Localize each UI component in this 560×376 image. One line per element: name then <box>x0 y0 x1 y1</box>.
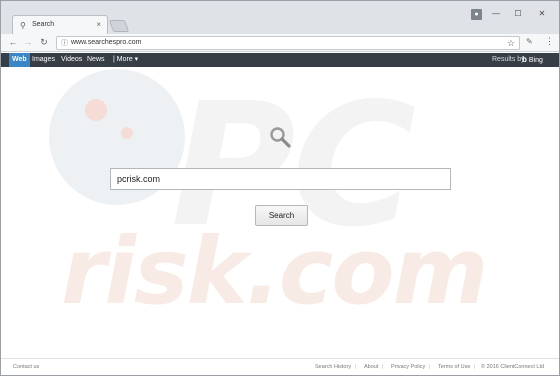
forward-button[interactable]: → <box>22 36 34 49</box>
contact-us-link[interactable]: Contact us <box>13 364 39 370</box>
extension-icon[interactable]: ✎ <box>526 37 533 46</box>
browser-toolbar: ← → ↻ ⓘ www.searchespro.com ☆ ✎ ⋮ <box>1 34 559 52</box>
reload-button[interactable]: ↻ <box>38 36 50 49</box>
watermark-risk: risk.com <box>61 218 488 325</box>
footer-separator: | <box>429 364 431 370</box>
footer-link-about[interactable]: About <box>364 364 378 370</box>
minimize-button[interactable]: — <box>485 7 507 21</box>
nav-images[interactable]: Images <box>32 53 55 67</box>
footer-separator: | <box>355 364 357 370</box>
nav-more[interactable]: | More ▾ <box>113 53 138 67</box>
address-url: www.searchespro.com <box>71 39 142 46</box>
bookmark-star-icon[interactable]: ☆ <box>507 38 515 48</box>
bing-logo[interactable]: b Bing <box>522 53 543 68</box>
new-tab-button[interactable] <box>108 20 130 32</box>
search-button[interactable]: Search <box>255 205 308 226</box>
bing-label: Bing <box>528 57 543 64</box>
nav-news[interactable]: News <box>87 53 105 67</box>
footer-link-terms-of-use[interactable]: Terms of Use <box>438 364 470 370</box>
back-button[interactable]: ← <box>7 36 19 49</box>
person-icon[interactable]: ● <box>471 9 482 20</box>
footer: Contact us Search History | About | Priv… <box>1 358 559 375</box>
nav-web[interactable]: Web <box>9 53 30 67</box>
maximize-button[interactable]: ☐ <box>507 7 529 21</box>
site-nav-bar: Web Images Videos News | More ▾ Results … <box>1 53 559 67</box>
search-logo-icon <box>270 127 291 148</box>
browser-tab[interactable]: ⚲ Search × <box>12 15 108 34</box>
search-input[interactable] <box>110 168 451 190</box>
footer-link-privacy-policy[interactable]: Privacy Policy <box>391 364 425 370</box>
address-bar[interactable]: ⓘ www.searchespro.com ☆ <box>56 36 520 50</box>
footer-separator: | <box>382 364 384 370</box>
tab-close-icon[interactable]: × <box>96 20 101 29</box>
close-window-button[interactable]: ✕ <box>531 7 553 21</box>
footer-separator: | <box>474 364 476 370</box>
browser-window: ⚲ Search × ● — ☐ ✕ ← → ↻ ⓘ www.searchesp… <box>0 0 560 376</box>
bing-logo-mark: b <box>522 55 527 64</box>
search-favicon-icon: ⚲ <box>20 21 26 30</box>
browser-menu-icon[interactable]: ⋮ <box>545 36 554 47</box>
copyright-text: © 2016 ClientConnect Ltd <box>481 364 545 370</box>
nav-videos[interactable]: Videos <box>61 53 82 67</box>
tab-strip: ⚲ Search × ● — ☐ ✕ <box>1 1 559 34</box>
results-by-label: Results by <box>492 56 525 63</box>
tab-title: Search <box>32 21 55 28</box>
page-info-icon[interactable]: ⓘ <box>61 38 68 48</box>
footer-link-search-history[interactable]: Search History <box>315 364 351 370</box>
